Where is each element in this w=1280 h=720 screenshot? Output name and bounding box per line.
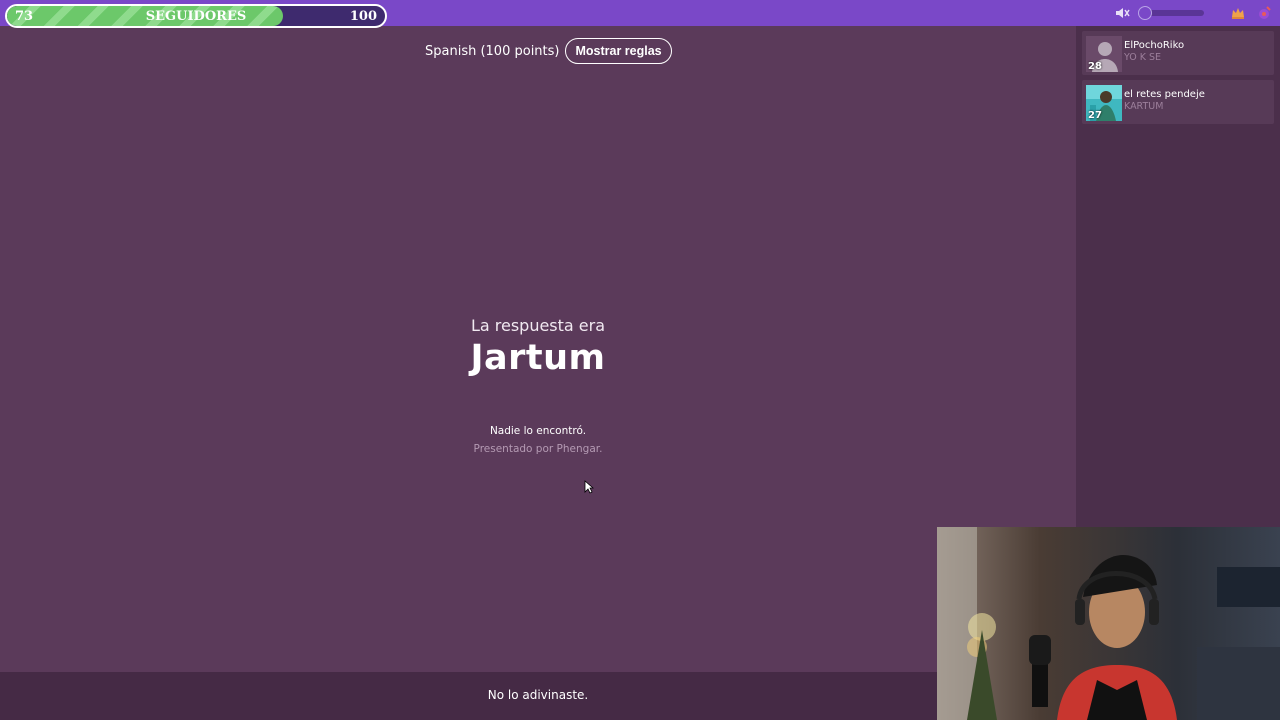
top-controls bbox=[1114, 4, 1272, 22]
default-avatar-icon: 28 bbox=[1086, 36, 1122, 72]
top-bar: 73 SEGUIDORES 100 bbox=[0, 0, 1280, 28]
show-rules-button[interactable]: Mostrar reglas bbox=[565, 38, 672, 64]
presented-by-text: Presentado por Phengar. bbox=[473, 443, 603, 455]
player-last-guess: KARTUM bbox=[1124, 101, 1164, 112]
answer-intro-text: La respuesta era bbox=[470, 316, 606, 335]
player-card[interactable]: 28 ElPochoRiko YO K SE bbox=[1082, 31, 1274, 75]
webcam-overlay bbox=[937, 527, 1280, 720]
crown-icon[interactable] bbox=[1230, 5, 1246, 21]
volume-slider-knob[interactable] bbox=[1138, 6, 1152, 20]
player-photo-avatar: 27 bbox=[1086, 85, 1122, 121]
mute-icon[interactable] bbox=[1114, 5, 1130, 21]
follower-goal-target: 100 bbox=[349, 9, 377, 24]
game-area: Spanish (100 points) Mostrar reglas La r… bbox=[0, 26, 1076, 672]
guess-status-text: No lo adivinaste. bbox=[487, 688, 589, 702]
volume-slider[interactable] bbox=[1138, 6, 1204, 20]
player-name: el retes pendeje bbox=[1124, 89, 1205, 100]
settings-icon[interactable] bbox=[1256, 5, 1272, 21]
player-last-guess: YO K SE bbox=[1124, 52, 1162, 63]
player-name: ElPochoRiko bbox=[1124, 40, 1185, 51]
status-bar: No lo adivinaste. bbox=[0, 672, 1076, 720]
player-card[interactable]: 27 el retes pendeje KARTUM bbox=[1082, 80, 1274, 124]
follower-goal-bar: 73 SEGUIDORES 100 bbox=[5, 4, 387, 28]
language-points-label: Spanish (100 points) bbox=[425, 43, 560, 59]
answer-word: Jartum bbox=[470, 338, 606, 378]
result-status-text: Nadie lo encontró. bbox=[489, 425, 587, 437]
follower-goal-label: SEGUIDORES bbox=[145, 9, 247, 24]
player-score: 27 bbox=[1088, 110, 1102, 121]
round-info: Spanish (100 points) Mostrar reglas bbox=[425, 38, 672, 64]
mouse-cursor-icon bbox=[584, 480, 594, 494]
player-score: 28 bbox=[1088, 61, 1102, 72]
